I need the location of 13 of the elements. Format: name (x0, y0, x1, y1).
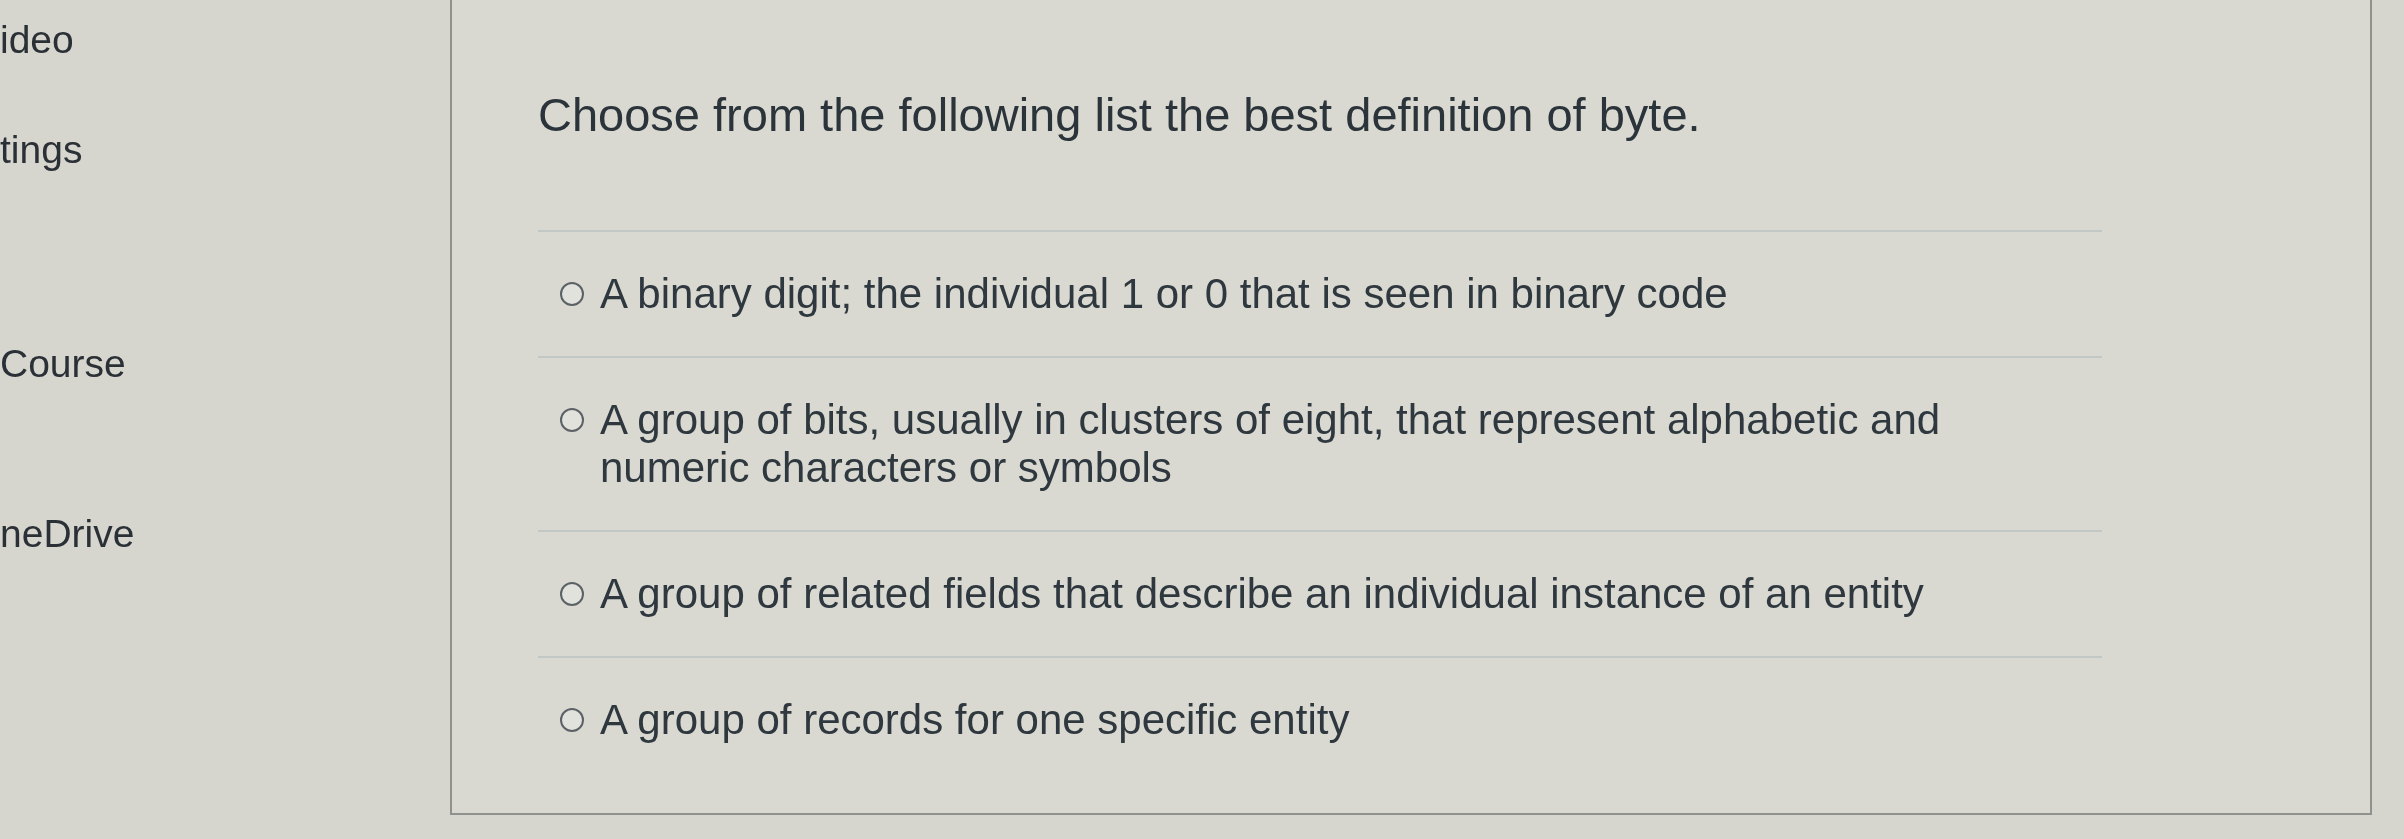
option-label: A binary digit; the individual 1 or 0 that is seen in binary code (600, 270, 1728, 318)
radio-button[interactable] (560, 408, 584, 432)
option-label: A group of records for one specific entity (600, 696, 1350, 744)
option-label: A group of bits, usually in clusters of eight, that represent alphabetic and numeric characters or symbols (600, 396, 1942, 492)
sidebar-link[interactable]: neDrive (0, 510, 135, 558)
question-text: Choose from the following list the best definition of byte. (538, 87, 1701, 143)
radio-button[interactable] (560, 708, 584, 732)
option-label: A group of related fields that describe an individual instance of an entity (600, 570, 1924, 618)
sidebar-link[interactable]: ideo (0, 16, 74, 64)
radio-button[interactable] (560, 582, 584, 606)
sidebar-link[interactable]: Course (0, 340, 126, 388)
radio-button[interactable] (560, 282, 584, 306)
sidebar-link[interactable]: tings (0, 126, 83, 174)
